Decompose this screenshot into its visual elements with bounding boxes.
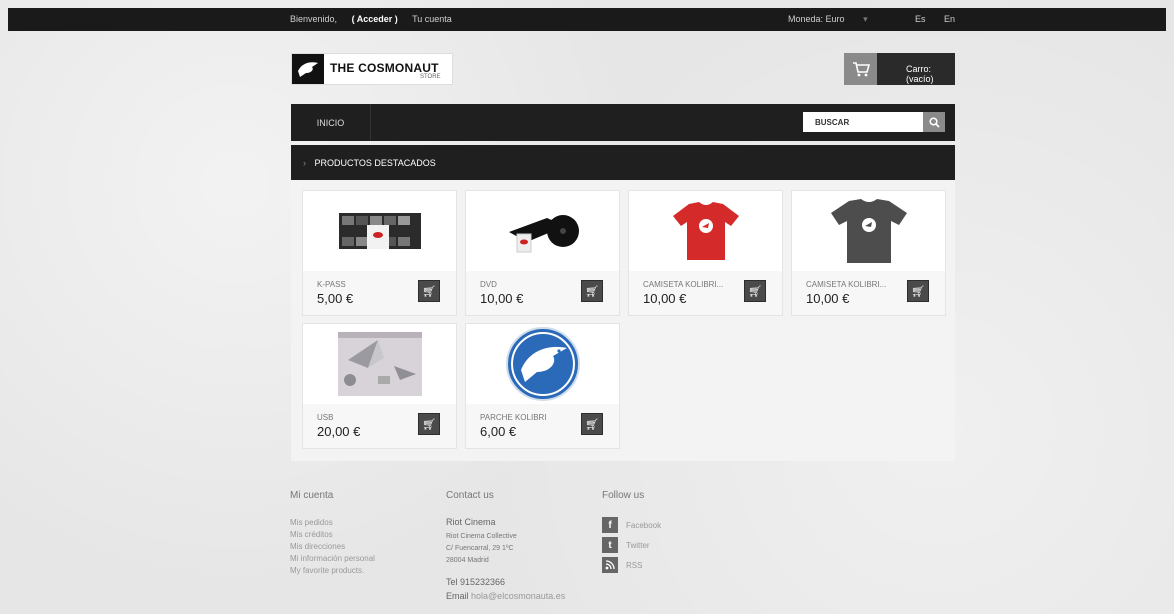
add-to-cart-button[interactable]: 🛒︎: [581, 280, 603, 302]
currency-label: Moneda: Euro: [788, 14, 845, 24]
cart-icon: 🛒︎: [585, 285, 599, 298]
cart-icon: [844, 53, 877, 85]
footer-follow: Follow us f Facebook t Twitter RSS: [602, 490, 661, 577]
product-price: 10,00 €: [643, 291, 687, 306]
product-name[interactable]: CAMISETA KOLIBRI...: [643, 280, 723, 289]
nav-item-home[interactable]: INICIO: [291, 104, 371, 141]
top-bar: Bienvenido, ( Acceder ) Tu cuenta Moneda…: [8, 8, 1166, 31]
add-to-cart-button[interactable]: 🛒︎: [581, 413, 603, 435]
footer: Mi cuenta Mis pedidos Mis créditos Mis d…: [290, 490, 990, 610]
cart-icon: 🛒︎: [585, 418, 599, 431]
footer-contact-title: Contact us: [446, 490, 494, 501]
add-to-cart-button[interactable]: 🛒︎: [907, 280, 929, 302]
footer-link-credits[interactable]: Mis créditos: [290, 529, 375, 541]
store-subtitle: STORE: [420, 74, 441, 80]
welcome-text: Bienvenido,: [290, 14, 338, 24]
contact-company: Riot Cinema: [446, 517, 496, 527]
featured-header: › PRODUCTOS DESTACADOS: [291, 145, 955, 180]
footer-link-addresses[interactable]: Mis direcciones: [290, 541, 375, 553]
cart-icon: 🛒︎: [911, 285, 925, 298]
social-facebook[interactable]: f Facebook: [602, 517, 661, 533]
product-image[interactable]: [792, 191, 945, 271]
product-image[interactable]: [629, 191, 782, 271]
product-name[interactable]: USB: [317, 413, 333, 422]
footer-account-title: Mi cuenta: [290, 490, 334, 501]
product-name[interactable]: PARCHE KOLIBRI: [480, 413, 547, 422]
account-link[interactable]: Tu cuenta: [412, 14, 452, 24]
product-image[interactable]: [466, 191, 619, 271]
add-to-cart-button[interactable]: 🛒︎: [744, 280, 766, 302]
footer-link-orders[interactable]: Mis pedidos: [290, 517, 375, 529]
product-image[interactable]: [303, 324, 456, 404]
contact-email-link[interactable]: hola@elcosmonauta.es: [471, 591, 565, 601]
product-card[interactable]: DVD 10,00 € 🛒︎: [465, 190, 620, 316]
product-price: 10,00 €: [480, 291, 524, 306]
search-input[interactable]: [803, 112, 923, 132]
product-card[interactable]: PARCHE KOLIBRI 6,00 € 🛒︎: [465, 323, 620, 449]
product-price: 20,00 €: [317, 424, 361, 439]
cart-icon: 🛒︎: [422, 418, 436, 431]
search-button[interactable]: [923, 112, 945, 132]
footer-account: Mi cuenta Mis pedidos Mis créditos Mis d…: [290, 490, 375, 577]
search-icon: [928, 116, 940, 128]
contact-line: 28004 Madrid: [446, 557, 489, 564]
product-card[interactable]: CAMISETA KOLIBRI... 10,00 € 🛒︎: [791, 190, 946, 316]
social-label: Facebook: [626, 520, 662, 530]
lang-en[interactable]: En: [944, 14, 955, 24]
product-card[interactable]: K-PASS 5,00 € 🛒︎: [302, 190, 457, 316]
contact-line: C/ Fuencarral, 29 1ºC: [446, 545, 514, 552]
add-to-cart-button[interactable]: 🛒︎: [418, 413, 440, 435]
product-grid: K-PASS 5,00 € 🛒︎ DVD 10,00 € 🛒︎ CAMISETA…: [291, 180, 955, 461]
product-name[interactable]: CAMISETA KOLIBRI...: [806, 280, 886, 289]
footer-contact: Contact us Riot Cinema Riot Cinema Colle…: [446, 490, 565, 605]
product-name[interactable]: K-PASS: [317, 280, 346, 289]
main-nav: INICIO: [291, 104, 955, 141]
social-twitter[interactable]: t Twitter: [602, 537, 661, 553]
lang-es[interactable]: Es: [915, 14, 926, 24]
product-image[interactable]: [303, 191, 456, 271]
contact-tel: Tel 915232366: [446, 577, 506, 587]
product-price: 5,00 €: [317, 291, 354, 306]
add-to-cart-button[interactable]: 🛒︎: [418, 280, 440, 302]
social-label: Twitter: [626, 540, 650, 550]
contact-email-label: Email: [446, 591, 469, 601]
cart-button[interactable]: Carro: (vacío): [844, 53, 955, 85]
footer-follow-title: Follow us: [602, 490, 645, 501]
twitter-icon: t: [602, 537, 618, 553]
product-card[interactable]: USB 20,00 € 🛒︎: [302, 323, 457, 449]
cart-icon: 🛒︎: [748, 285, 762, 298]
contact-line: Riot Cinema Collective: [446, 533, 517, 540]
footer-link-personal-info[interactable]: Mi información personal: [290, 553, 375, 565]
product-price: 10,00 €: [806, 291, 850, 306]
store-logo[interactable]: THE COSMONAUT STORE: [291, 53, 453, 85]
store-name: THE COSMONAUT: [330, 61, 439, 75]
section-title: PRODUCTOS DESTACADOS: [314, 158, 436, 168]
product-name[interactable]: DVD: [480, 280, 497, 289]
social-rss[interactable]: RSS: [602, 557, 661, 573]
chevron-down-icon: ▾: [863, 14, 868, 24]
product-image[interactable]: [466, 324, 619, 404]
login-link[interactable]: ( Acceder ): [352, 14, 398, 24]
footer-link-favorites[interactable]: My favorite products.: [290, 565, 375, 577]
bird-logo-icon: [292, 54, 324, 84]
facebook-icon: f: [602, 517, 618, 533]
cart-icon: 🛒︎: [422, 285, 436, 298]
social-label: RSS: [626, 560, 643, 570]
product-card[interactable]: CAMISETA KOLIBRI... 10,00 € 🛒︎: [628, 190, 783, 316]
currency-selector[interactable]: Moneda: Euro ▾: [788, 14, 868, 25]
product-price: 6,00 €: [480, 424, 517, 439]
chevron-right-icon: ›: [303, 158, 306, 168]
cart-label: Carro: (vacío): [906, 64, 934, 84]
rss-icon: [602, 557, 618, 573]
